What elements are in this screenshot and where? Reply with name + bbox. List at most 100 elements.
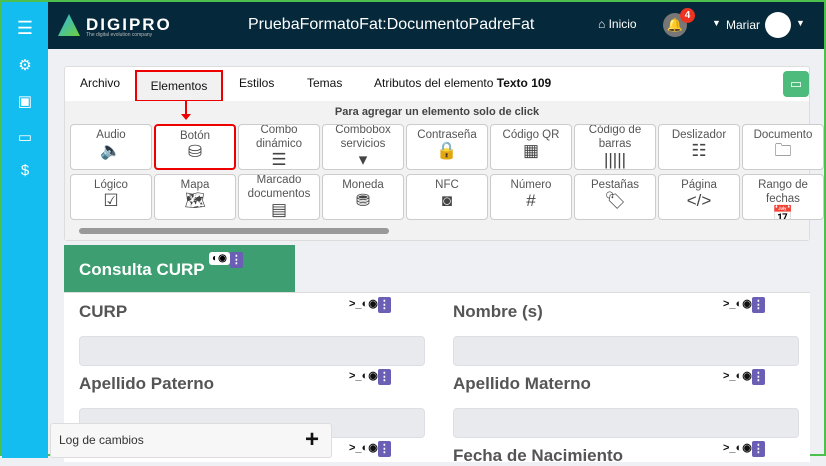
field-tools[interactable]: >_◐◉⋮: [349, 369, 391, 385]
home-link[interactable]: ⌂ Inicio: [598, 17, 637, 31]
list-grid-icon: ☰: [271, 150, 287, 169]
header: DIGIPRO The digital evolution company Pru…: [48, 2, 824, 49]
tags-icon: 🏷: [604, 191, 626, 210]
palette-item-número[interactable]: Número #: [490, 174, 572, 220]
palette-item-deslizador[interactable]: Deslizador ☷: [658, 124, 740, 170]
user-name[interactable]: Mariar: [726, 18, 760, 32]
toolbox-icon[interactable]: ▣: [16, 92, 34, 110]
menu-icon[interactable]: ☰: [16, 18, 34, 39]
palette-item-pestañas[interactable]: Pestañas 🏷: [574, 174, 656, 220]
home-label: Inicio: [608, 17, 637, 31]
palette-item-moneda[interactable]: Moneda ⛃: [322, 174, 404, 220]
palette-item-audio[interactable]: Audio 🔈: [70, 124, 152, 170]
eye-icon[interactable]: ◉: [742, 370, 752, 382]
terminal-icon[interactable]: >_: [349, 442, 362, 454]
palette-item-nfc[interactable]: NFC ◙: [406, 174, 488, 220]
document-title: PruebaFormatoFat:DocumentoPadreFat: [248, 16, 535, 33]
change-log-label: Log de cambios: [59, 433, 144, 447]
palette-item-documento[interactable]: Documento 🗀: [742, 124, 824, 170]
kebab-menu-icon[interactable]: ⋮: [377, 297, 391, 313]
folder-icon: 🗀: [774, 141, 792, 160]
caret-square-icon: ▾: [358, 150, 368, 169]
tab-elementos[interactable]: Elementos: [135, 70, 223, 102]
terminal-icon[interactable]: >_: [723, 298, 736, 310]
hashtag-icon: #: [526, 191, 536, 210]
toggle-visibility-icons[interactable]: ◐◉: [209, 252, 230, 265]
home-icon: ⌂: [598, 17, 609, 31]
kebab-menu-icon[interactable]: ⋮: [377, 441, 391, 457]
palette-item-label: Página: [681, 179, 717, 191]
database-icon: ⛁: [187, 142, 203, 161]
palette-item-botón[interactable]: Botón ⛁: [154, 124, 236, 170]
kebab-menu-icon[interactable]: ⋮: [751, 441, 765, 457]
horizontal-scrollbar[interactable]: [79, 228, 389, 234]
terminal-icon[interactable]: >_: [349, 370, 362, 382]
add-icon[interactable]: +: [305, 426, 319, 454]
palette-item-label: Lógico: [94, 179, 128, 191]
field-label: Apellido Paterno: [79, 374, 215, 393]
palette-item-código-qr[interactable]: Código QR ▦: [490, 124, 572, 170]
palette-item-página[interactable]: Página </>: [658, 174, 740, 220]
checkbox-icon: ☑: [103, 191, 119, 210]
palette-item-mapa[interactable]: Mapa 🗺: [154, 174, 236, 220]
kebab-menu-icon[interactable]: ⋮: [377, 369, 391, 385]
save-button[interactable]: ▭: [783, 71, 809, 97]
eye-icon[interactable]: ◉: [368, 442, 378, 454]
field-tools[interactable]: >_◐◉⋮: [349, 297, 391, 313]
kebab-menu-icon[interactable]: ⋮: [751, 297, 765, 313]
field-input[interactable]: [453, 408, 799, 438]
field-input[interactable]: [79, 336, 425, 366]
caret-down-icon[interactable]: ▼: [712, 18, 721, 28]
tab-atributos-prefix: Atributos del elemento: [374, 76, 497, 90]
palette-item-label: Deslizador: [671, 129, 727, 141]
eye-icon[interactable]: ◉: [742, 298, 752, 310]
field-tools[interactable]: >_◐◉⋮: [723, 441, 765, 457]
palette-item-label: Pestañas: [591, 179, 639, 191]
palette-item-label: Número: [510, 179, 552, 191]
palette-item-label: Combobox servicios: [335, 124, 391, 150]
caret-down-icon[interactable]: ▼: [796, 18, 805, 28]
terminal-icon[interactable]: >_: [349, 298, 362, 310]
file-audio-icon: 🔈: [100, 141, 122, 160]
avatar[interactable]: [765, 12, 791, 38]
sliders-icon: ☷: [691, 141, 707, 160]
tab-archivo[interactable]: Archivo: [80, 76, 120, 90]
palette-item-código-de-barras[interactable]: Código de barras |||||: [574, 124, 656, 170]
field-tools[interactable]: >_◐◉⋮: [723, 369, 765, 385]
palette-item-combo-dinámico[interactable]: Combo dinámico ☰: [238, 124, 320, 170]
eye-icon[interactable]: ◉: [742, 442, 752, 454]
gear-icon[interactable]: ⚙: [16, 56, 34, 74]
palette-item-label: NFC: [435, 179, 459, 191]
kebab-menu-icon[interactable]: ⋮: [229, 252, 243, 268]
palette-item-rango-de-fechas[interactable]: Rango de fechas 📅: [742, 174, 824, 220]
hand-dollar-icon[interactable]: $: [16, 162, 34, 179]
terminal-icon[interactable]: >_: [723, 370, 736, 382]
palette-item-label: Documento: [753, 129, 813, 141]
terminal-icon[interactable]: >_: [723, 442, 736, 454]
palette-item-contraseña[interactable]: Contraseña 🔒: [406, 124, 488, 170]
field-tools[interactable]: >_◐◉⋮: [349, 441, 391, 457]
calendar-icon: 📅: [772, 205, 794, 220]
drive-icon[interactable]: ▭: [16, 128, 34, 146]
palette-item-label: Combo dinámico: [255, 124, 303, 150]
eye-icon[interactable]: ◉: [368, 298, 378, 310]
palette-hint: Para agregar un elemento solo de click: [334, 106, 540, 118]
palette-item-marcado-documentos[interactable]: Marcado documentos ▤: [238, 174, 320, 220]
palette-item-combobox-servicios[interactable]: Combobox servicios ▾: [322, 124, 404, 170]
palette-item-lógico[interactable]: Lógico ☑: [70, 174, 152, 220]
tab-temas[interactable]: Temas: [307, 76, 342, 90]
field-label: Fecha de Nacimiento: [453, 446, 624, 465]
tab-estilos[interactable]: Estilos: [239, 76, 274, 90]
tagline: The digital evolution company: [86, 32, 153, 38]
palette-item-label: Contraseña: [417, 129, 477, 141]
hdd-icon: ▭: [789, 76, 803, 91]
section-tab[interactable]: Consulta CURP ◐◉ ⋮: [64, 245, 295, 292]
tab-atributos[interactable]: Atributos del elemento Texto 109: [374, 76, 551, 90]
sidebar: ☰ ⚙ ▣ ▭ $: [2, 2, 48, 458]
kebab-menu-icon[interactable]: ⋮: [751, 369, 765, 385]
palette-item-label: Moneda: [342, 179, 384, 191]
field-input[interactable]: [453, 336, 799, 366]
change-log-panel: Log de cambios +: [50, 423, 332, 458]
eye-icon[interactable]: ◉: [368, 370, 378, 382]
field-tools[interactable]: >_◐◉⋮: [723, 297, 765, 313]
